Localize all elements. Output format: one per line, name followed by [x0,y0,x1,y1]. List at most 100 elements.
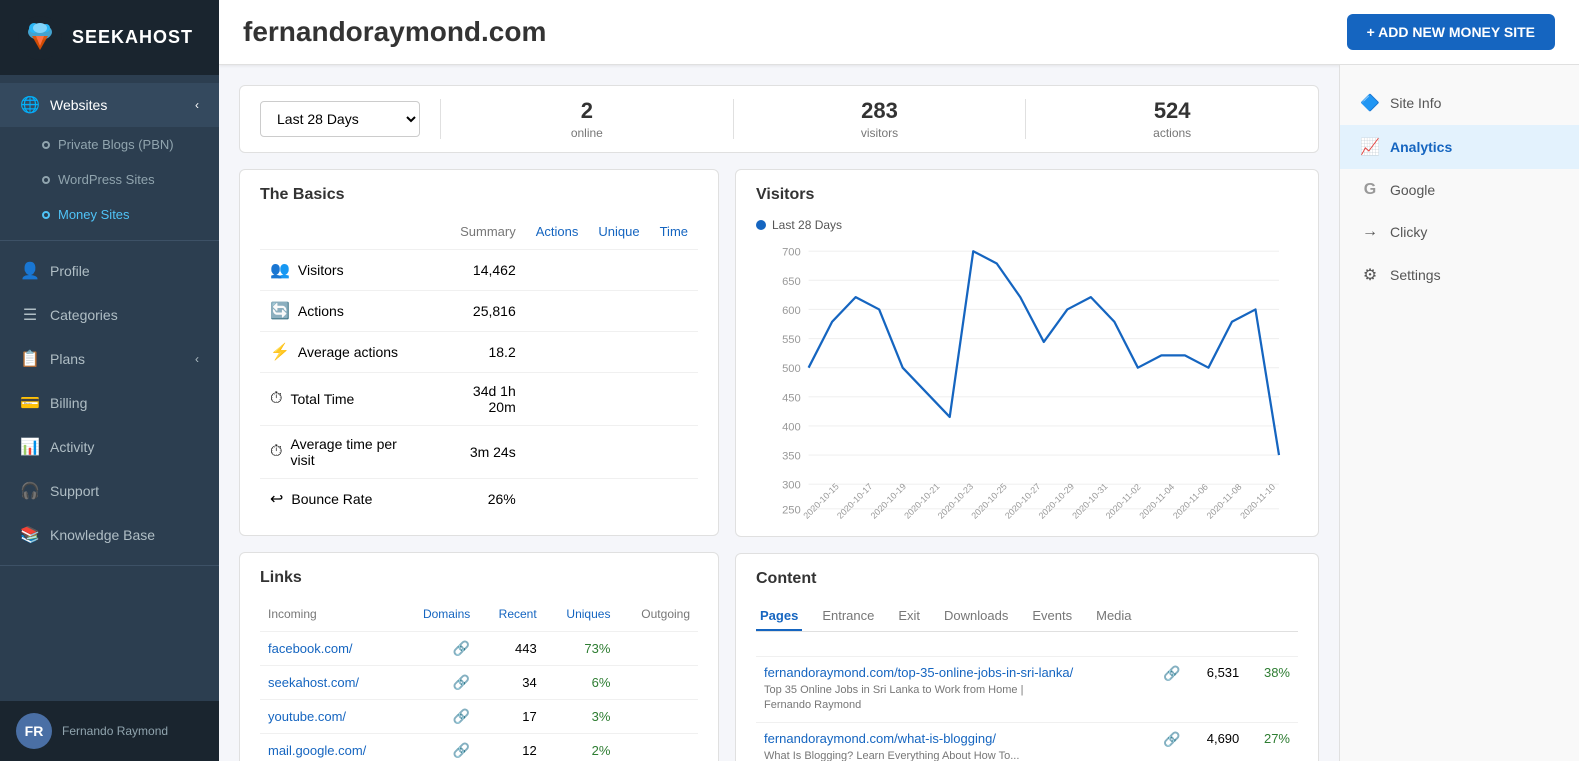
basics-row: ⚡ Average actions 18.2 [260,332,698,373]
basics-row-time [650,250,698,291]
links-row-uniques: 3% [545,700,619,734]
basics-row-actions [526,373,589,426]
profile-icon: 👤 [20,261,40,281]
sidebar-item-label-websites: Websites [50,97,185,113]
basics-row-unique [588,332,649,373]
svg-text:450: 450 [782,392,801,404]
tab-events[interactable]: Events [1028,602,1076,631]
basics-row-unique [588,291,649,332]
sidebar-label-plans: Plans [50,351,185,367]
stat-visitors-label: visitors [861,126,898,140]
content-link-icon[interactable]: 🔗 [1163,665,1180,681]
sidebar-label-profile: Profile [50,263,199,279]
basics-row-time [650,332,698,373]
visitors-title: Visitors [756,186,1298,204]
svg-text:550: 550 [782,334,801,346]
clicky-icon: → [1360,223,1380,241]
sidebar-item-plans[interactable]: 📋 Plans ‹ [0,337,219,381]
basics-col-time: Time [650,218,698,250]
sub-nav: 🔷 Site Info 📈 Analytics G Google → Click… [1339,65,1579,761]
svg-text:300: 300 [782,480,801,492]
tab-exit[interactable]: Exit [894,602,924,631]
svg-text:500: 500 [782,363,801,375]
sidebar-label-knowledge: Knowledge Base [50,527,199,543]
websites-section: 🌐 Websites ‹ Private Blogs (PBN) WordPre… [0,75,219,241]
categories-icon: ☰ [20,305,40,325]
links-row-url: youtube.com/ [260,700,400,734]
basics-row-actions [526,332,589,373]
plans-icon: 📋 [20,349,40,369]
links-row-uniques: 6% [545,666,619,700]
external-link-icon[interactable]: 🔗 [453,708,470,724]
external-link-icon[interactable]: 🔗 [453,742,470,758]
chevron-icon-plans: ‹ [195,352,199,366]
tab-downloads[interactable]: Downloads [940,602,1012,631]
basics-row-time [650,479,698,520]
add-money-site-button[interactable]: + ADD NEW MONEY SITE [1347,14,1555,50]
tab-media[interactable]: Media [1092,602,1135,631]
sub-nav-settings[interactable]: ⚙ Settings [1340,253,1579,297]
content-col-page [756,644,1148,657]
links-table: Incoming Domains Recent Uniques Outgoing… [260,601,698,761]
sidebar-item-support[interactable]: 🎧 Support [0,469,219,513]
sub-nav-analytics[interactable]: 📈 Analytics [1340,125,1579,169]
content-row-icon: 🔗 [1148,722,1188,761]
links-row: seekahost.com/ 🔗 34 6% [260,666,698,700]
sidebar-item-private-blogs[interactable]: Private Blogs (PBN) [0,127,219,162]
basics-row-actions [526,479,589,520]
basics-row: ⏱ Average time per visit 3m 24s [260,426,698,479]
links-row-url: seekahost.com/ [260,666,400,700]
external-link-icon[interactable]: 🔗 [453,674,470,690]
links-row-url: facebook.com/ [260,632,400,666]
content-col-value [1148,644,1188,657]
links-header-outgoing: Outgoing [618,601,698,632]
sub-nav-site-info[interactable]: 🔷 Site Info [1340,81,1579,125]
basics-row-time [650,291,698,332]
basics-card: The Basics Summary Actions Unique Time [239,169,719,536]
date-range-select[interactable]: Last 28 Days Last 7 Days Last 90 Days La… [260,101,420,137]
basics-row-label: ⏱ Average time per visit [260,426,432,479]
stat-online-value: 2 [581,98,593,124]
logo-icon [16,14,64,62]
stats-divider-1 [440,99,441,139]
page-title: fernandoraymond.com [243,16,546,48]
content-table: fernandoraymond.com/top-35-online-jobs-i… [756,644,1298,761]
content-row-value: 4,690 [1189,722,1248,761]
sidebar-item-knowledge-base[interactable]: 📚 Knowledge Base [0,513,219,557]
sidebar-item-websites[interactable]: 🌐 Websites ‹ [0,83,219,127]
basics-row-actions [526,291,589,332]
svg-text:600: 600 [782,305,801,317]
sidebar-item-activity[interactable]: 📊 Activity [0,425,219,469]
sidebar-item-money-sites[interactable]: Money Sites [0,197,219,232]
links-row-uniques: 2% [545,734,619,761]
basics-row: ↩ Bounce Rate 26% [260,479,698,520]
sidebar-item-categories[interactable]: ☰ Categories [0,293,219,337]
basics-col-summary: Summary [432,218,525,250]
sidebar-sub-label-pbn: Private Blogs (PBN) [58,137,174,152]
content-row-desc: Top 35 Online Jobs in Sri Lanka to Work … [764,683,1064,714]
sidebar-item-wordpress-sites[interactable]: WordPress Sites [0,162,219,197]
svg-text:650: 650 [782,276,801,288]
external-link-icon[interactable]: 🔗 [453,640,470,656]
basics-header-0 [260,218,432,250]
links-title: Links [260,569,698,587]
chart-legend: Last 28 Days [756,218,1298,232]
content-link-icon[interactable]: 🔗 [1163,731,1180,747]
basics-row-summary: 34d 1h 20m [432,373,525,426]
dot-icon-money [42,211,50,219]
sub-nav-google[interactable]: G Google [1340,169,1579,211]
tab-pages[interactable]: Pages [756,602,802,631]
links-header-recent: Recent [478,601,544,632]
links-row: facebook.com/ 🔗 443 73% [260,632,698,666]
sidebar-item-profile[interactable]: 👤 Profile [0,249,219,293]
stat-actions: 524 actions [1046,98,1298,140]
sidebar-item-billing[interactable]: 💳 Billing [0,381,219,425]
content-row-value: 6,531 [1189,657,1248,723]
tab-entrance[interactable]: Entrance [818,602,878,631]
sub-nav-label-google: Google [1390,182,1435,198]
links-row-recent: 34 [478,666,544,700]
left-column: The Basics Summary Actions Unique Time [239,169,719,761]
sub-nav-label-settings: Settings [1390,267,1441,283]
basics-row-unique [588,479,649,520]
sub-nav-clicky[interactable]: → Clicky [1340,211,1579,253]
